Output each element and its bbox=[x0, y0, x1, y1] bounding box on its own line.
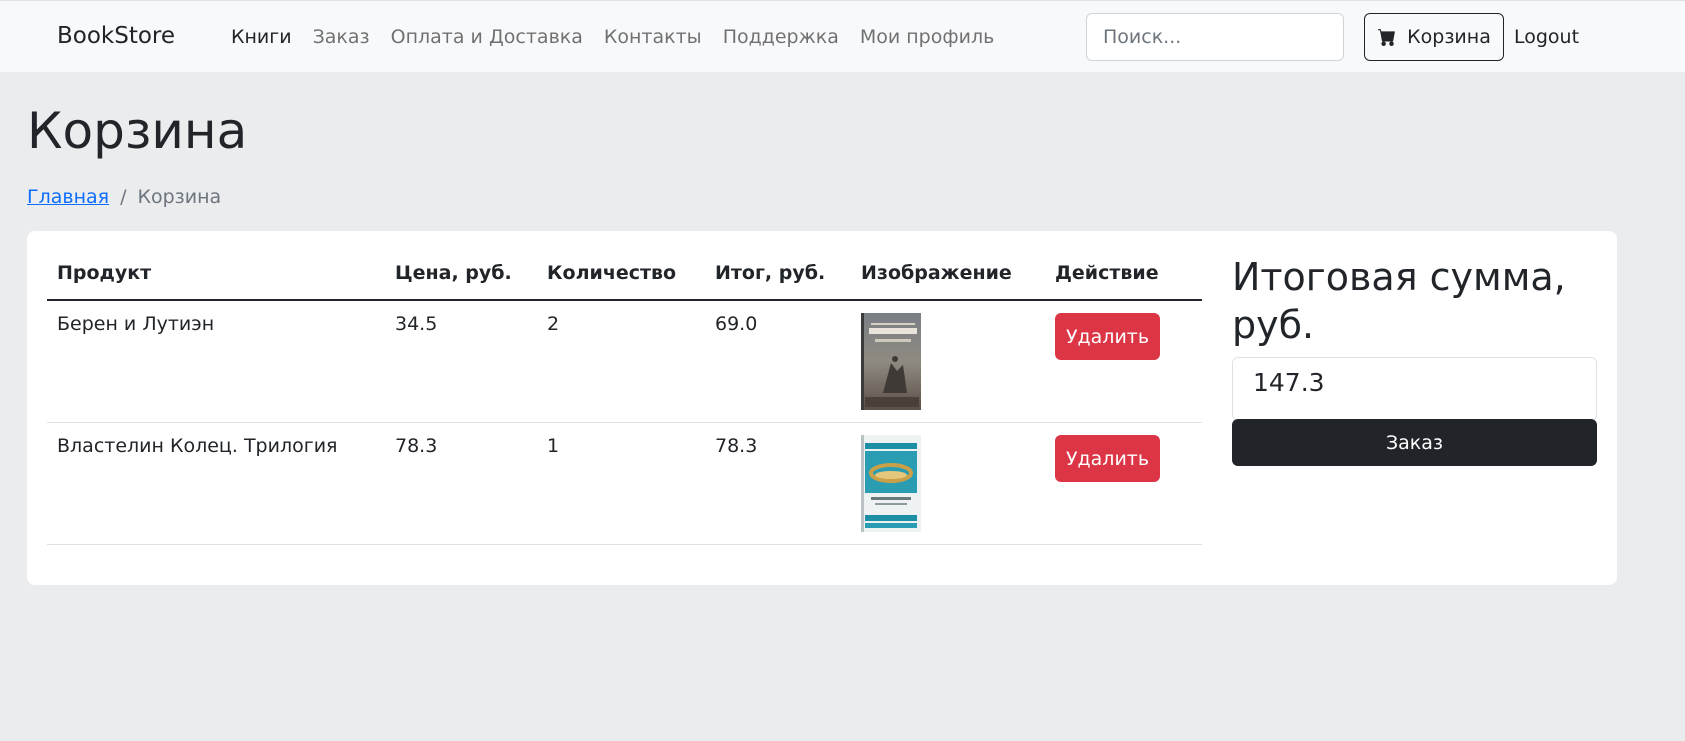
cell-product: Властелин Колец. Трилогия bbox=[47, 422, 385, 545]
delete-button[interactable]: Удалить bbox=[1055, 313, 1160, 360]
breadcrumb: Главная / Корзина bbox=[27, 186, 221, 208]
cell-product: Берен и Лутиэн bbox=[47, 300, 385, 423]
nav-link-order[interactable]: Заказ bbox=[313, 26, 370, 48]
cell-action: Удалить bbox=[1045, 422, 1202, 545]
cart-button-label: Корзина bbox=[1407, 26, 1491, 48]
nav-link-contacts[interactable]: Контакты bbox=[604, 26, 702, 48]
header-image: Изображение bbox=[851, 248, 1045, 301]
cell-quantity: 2 bbox=[537, 300, 705, 423]
book-cover-lotr-image bbox=[861, 435, 921, 532]
cart-card: Продукт Цена, руб. Количество Итог, руб.… bbox=[27, 231, 1617, 585]
cell-total: 78.3 bbox=[705, 422, 851, 545]
nav-links: Книги Заказ Оплата и Доставка Контакты П… bbox=[231, 26, 1015, 48]
cart-icon bbox=[1378, 29, 1396, 46]
nav-link-payment-delivery[interactable]: Оплата и Доставка bbox=[391, 26, 583, 48]
breadcrumb-separator: / bbox=[120, 186, 127, 208]
delete-button[interactable]: Удалить bbox=[1055, 435, 1160, 482]
cell-total: 69.0 bbox=[705, 300, 851, 423]
breadcrumb-current: Корзина bbox=[137, 186, 222, 208]
header-product: Продукт bbox=[47, 248, 385, 301]
table-row: Властелин Колец. Трилогия 78.3 1 78.3 Уд… bbox=[47, 422, 1202, 545]
header-total: Итог, руб. bbox=[705, 248, 851, 301]
logout-link[interactable]: Logout bbox=[1514, 26, 1579, 48]
breadcrumb-home-link[interactable]: Главная bbox=[27, 186, 109, 208]
header-price: Цена, руб. bbox=[385, 248, 537, 301]
cell-image bbox=[851, 300, 1045, 423]
cell-price: 78.3 bbox=[385, 422, 537, 545]
total-sum-title: Итоговая сумма, руб. bbox=[1232, 255, 1566, 347]
brand-logo[interactable]: BookStore bbox=[57, 23, 175, 49]
nav-link-books[interactable]: Книги bbox=[231, 26, 292, 48]
search-input[interactable] bbox=[1086, 13, 1344, 61]
cell-quantity: 1 bbox=[537, 422, 705, 545]
cart-table: Продукт Цена, руб. Количество Итог, руб.… bbox=[47, 248, 1202, 545]
header-quantity: Количество bbox=[537, 248, 705, 301]
order-button[interactable]: Заказ bbox=[1232, 419, 1597, 466]
page-title: Корзина bbox=[27, 102, 248, 160]
nav-link-support[interactable]: Поддержка bbox=[723, 26, 839, 48]
table-header-row: Продукт Цена, руб. Количество Итог, руб.… bbox=[47, 248, 1202, 301]
cell-price: 34.5 bbox=[385, 300, 537, 423]
nav-link-profile[interactable]: Мои профиль bbox=[860, 26, 994, 48]
cell-action: Удалить bbox=[1045, 300, 1202, 423]
book-cover-beren-image bbox=[861, 313, 921, 410]
table-row: Берен и Лутиэн 34.5 2 69.0 Удалить bbox=[47, 300, 1202, 423]
total-sum-value: 147.3 bbox=[1232, 357, 1597, 421]
cell-image bbox=[851, 422, 1045, 545]
header-action: Действие bbox=[1045, 248, 1202, 301]
navbar: BookStore Книги Заказ Оплата и Доставка … bbox=[0, 0, 1685, 72]
cart-button[interactable]: Корзина bbox=[1364, 13, 1504, 61]
